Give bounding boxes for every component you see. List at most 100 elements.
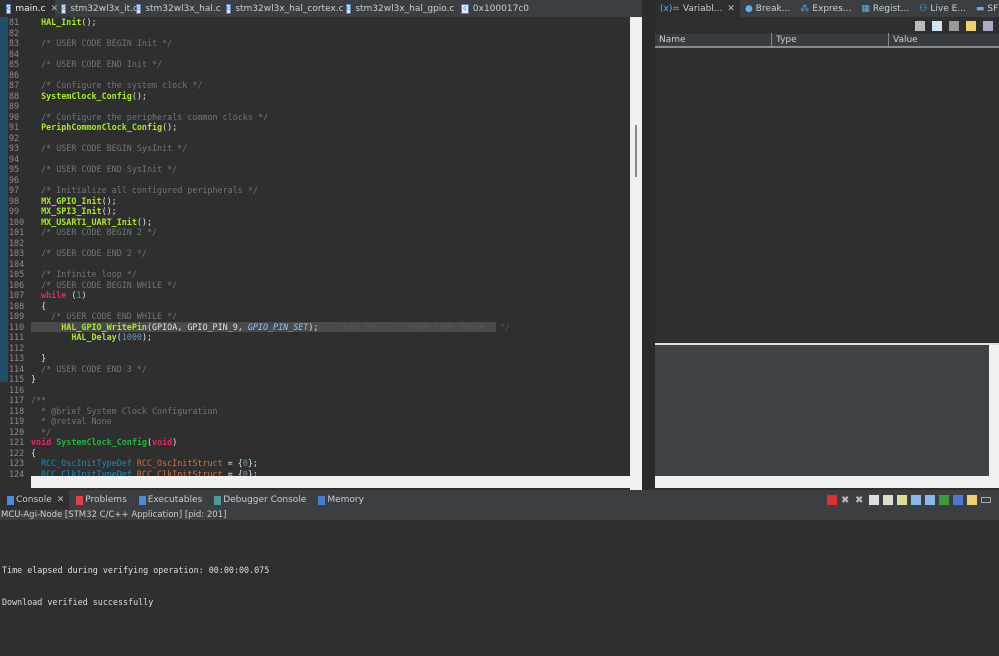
code-line[interactable]: 104 (0, 259, 630, 270)
show-on-error-icon[interactable] (925, 495, 935, 505)
code-line[interactable]: 86 (0, 70, 630, 81)
remove-all-icon[interactable]: ✖ (855, 495, 865, 506)
code-line[interactable]: 92 (0, 133, 630, 144)
code-line[interactable]: 96 (0, 175, 630, 186)
tab-regist-[interactable]: ▦ Regist... (856, 0, 914, 17)
code-token: /* USER CODE END Init */ (31, 59, 163, 69)
tab-break-[interactable]: ● Break... (740, 0, 795, 17)
tab-label: stm32wl3x_hal.c (145, 3, 221, 14)
tab-stm32wl3x-hal-cortex-c[interactable]: c stm32wl3x_hal_cortex.c (220, 0, 344, 17)
tab-live-e-[interactable]: ⚇ Live E... (914, 0, 971, 17)
code-line[interactable]: 95 /* USER CODE END SysInit */ (0, 164, 630, 175)
code-line[interactable]: 107 while (1) (0, 290, 630, 301)
show-on-output-icon[interactable] (911, 495, 921, 505)
tab-expres-[interactable]: ⁂ Expres... (795, 0, 856, 17)
line-number: 93 (9, 143, 20, 153)
code-line[interactable]: 90 /* Configure the peripherals common c… (0, 112, 630, 123)
code-line[interactable]: 110 HAL_GPIO_WritePin(GPIOA, GPIO_PIN_9,… (9, 321, 510, 332)
code-line[interactable]: 115} (0, 374, 630, 385)
details-pane[interactable] (655, 345, 989, 476)
layout-icon[interactable] (949, 20, 959, 31)
code-line[interactable]: 103 /* USER CODE END 2 */ (0, 248, 630, 259)
code-line[interactable]: 118 * @brief System Clock Configuration (0, 406, 630, 417)
code-line[interactable]: 87 /* Configure the system clock */ (0, 80, 630, 91)
code-line[interactable]: 89 (0, 101, 630, 112)
code-editor[interactable]: 81 HAL_Init(); 82 83 /* USER CODE BEGIN In… (0, 17, 642, 490)
scroll-thumb[interactable] (635, 125, 637, 177)
tab-stm32wl3x-hal-gpio-c[interactable]: c stm32wl3x_hal_gpio.c (340, 0, 455, 17)
column-value[interactable]: Value (889, 33, 999, 47)
code-line[interactable]: 101 /* USER CODE BEGIN 2 */ (0, 227, 630, 238)
column-name[interactable]: Name (655, 33, 772, 47)
new-icon[interactable] (966, 20, 976, 31)
code-line[interactable]: 94 (0, 154, 630, 165)
code-line[interactable]: 82 (0, 28, 630, 39)
column-type[interactable]: Type (772, 33, 889, 47)
export-icon[interactable] (983, 20, 993, 31)
code-line[interactable]: 83 /* USER CODE BEGIN Init */ (0, 38, 630, 49)
code-line[interactable]: 97 /* Initialize all configured peripher… (0, 185, 630, 196)
code-line[interactable]: 111 HAL_Delay(1000); (0, 332, 630, 343)
close-icon[interactable]: ✕ (727, 4, 735, 14)
code-line[interactable]: 100 MX_USART1_UART_Init(); (0, 217, 630, 228)
code-line[interactable]: 84 (0, 49, 630, 60)
details-vscroll[interactable] (989, 345, 999, 476)
code-line[interactable]: 91 PeriphCommonClock_Config(); (0, 122, 630, 133)
code-line[interactable]: 88 SystemClock_Config(); (0, 91, 630, 102)
code-line[interactable]: 114 /* USER CODE END 3 */ (0, 364, 630, 375)
tab-0x100017c0[interactable]: c 0x100017c0 (455, 0, 535, 17)
line-number: 95 (9, 164, 20, 174)
tab-main-c[interactable]: c main.c ✕ (0, 0, 58, 17)
editor-horizontal-scrollbar[interactable] (31, 476, 630, 488)
code-line[interactable]: 99 MX_SPI3_Init(); (0, 206, 630, 217)
tab-debugger-console[interactable]: Debugger Console (207, 490, 311, 510)
collapse-icon[interactable] (915, 20, 925, 31)
code-line[interactable]: 119 * @retval None (0, 416, 630, 427)
code-line[interactable]: 112 (0, 343, 630, 354)
code-line[interactable]: 105 /* Infinite loop */ (0, 269, 630, 280)
tab-executables[interactable]: Executables (132, 490, 207, 510)
tab-label: Live E... (930, 3, 966, 14)
scroll-lock-icon[interactable] (883, 495, 893, 505)
code-line[interactable]: 93 /* USER CODE BEGIN SysInit */ (0, 143, 630, 154)
code-line[interactable]: 85 /* USER CODE END Init */ (0, 59, 630, 70)
code-line[interactable]: 106 /* USER CODE BEGIN WHILE */ (0, 280, 630, 291)
sash-splitter[interactable] (642, 0, 655, 490)
editor-vertical-scrollbar[interactable] (630, 17, 642, 490)
code-line[interactable]: 116 (0, 385, 630, 396)
console-output[interactable]: Time elapsed during verifying operation:… (0, 520, 999, 656)
code-line[interactable]: 117 /** (0, 395, 630, 406)
clear-console-icon[interactable] (869, 495, 879, 505)
tab-problems[interactable]: Problems (69, 490, 131, 510)
word-wrap-icon[interactable] (897, 495, 907, 505)
tab-memory[interactable]: Memory (311, 490, 369, 510)
code-line[interactable]: 123 RCC_OscInitTypeDef RCC_OscInitStruct… (0, 458, 630, 469)
select-all-icon[interactable] (932, 20, 942, 31)
tab-variabl-[interactable]: (x)= Variabl... ✕ (655, 0, 740, 17)
code-line[interactable]: 120 */ (0, 427, 630, 438)
open-console-icon[interactable] (967, 495, 977, 505)
code-line[interactable]: 81 HAL_Init(); (0, 17, 630, 28)
code-line[interactable]: 122 { (0, 448, 630, 459)
close-icon[interactable]: ✕ (57, 495, 65, 505)
line-number: 100 (9, 216, 25, 227)
tab-sfrs[interactable]: ▬SFRs (971, 0, 999, 17)
pin-console-icon[interactable] (939, 495, 949, 505)
code-line[interactable]: 102 (0, 238, 630, 249)
view-icon: ⁂ (800, 3, 810, 14)
tab-stm32wl3x-hal-c[interactable]: c stm32wl3x_hal.c (130, 0, 221, 17)
tab-console[interactable]: Console ✕ (0, 490, 70, 510)
code-line[interactable]: 108 { (0, 301, 630, 312)
code-line[interactable]: 113 } (0, 353, 630, 364)
remove-launch-icon[interactable]: ✖ (841, 495, 851, 506)
minimize-icon[interactable] (981, 497, 991, 503)
code-token: } (31, 353, 47, 363)
terminate-icon[interactable] (827, 495, 837, 505)
details-hscroll[interactable] (655, 476, 999, 488)
code-line[interactable]: 121 void SystemClock_Config(void) (0, 437, 630, 448)
display-console-icon[interactable] (953, 495, 963, 505)
code-line[interactable]: 109 /* USER CODE END WHILE */ (0, 311, 630, 322)
tab-stm32wl3x-it-c[interactable]: c stm32wl3x_it.c (55, 0, 138, 17)
code-line[interactable]: 98 MX_GPIO_Init(); (0, 196, 630, 207)
code-text: MX_SPI3_Init(); (31, 206, 117, 217)
